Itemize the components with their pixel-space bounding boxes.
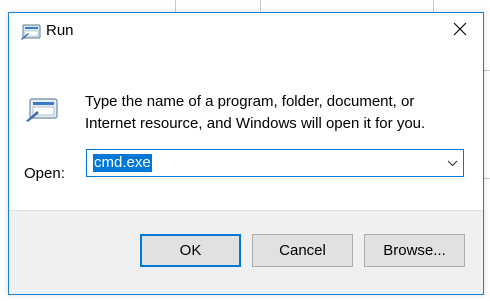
title-bar: Run [9,13,483,50]
button-bar: OK Cancel Browse... [9,210,483,294]
cancel-button[interactable]: Cancel [252,234,353,267]
chevron-down-icon [447,154,458,172]
window-title: Run [46,22,74,39]
dialog-content: Type the name of a program, folder, docu… [9,50,483,210]
background-divider [484,70,490,71]
close-icon [453,22,467,41]
background-divider [260,0,261,12]
background-divider [484,178,490,179]
run-dialog: Run Type the name of a program, folder, … [8,12,484,295]
background-divider [433,0,434,12]
run-icon [20,23,42,41]
open-label: Open: [24,165,65,182]
instruction-line: Internet resource, and Windows will open… [85,115,426,132]
background-divider [175,0,176,12]
dropdown-button[interactable] [441,150,463,176]
open-combobox[interactable]: cmd.exe [86,149,464,177]
close-button[interactable] [437,13,483,50]
ok-button[interactable]: OK [140,234,241,267]
instruction-line: Type the name of a program, folder, docu… [85,93,415,110]
run-program-icon [25,97,59,123]
open-input[interactable]: cmd.exe [93,154,152,172]
browse-button[interactable]: Browse... [364,234,465,267]
instruction-text: Type the name of a program, folder, docu… [85,91,465,135]
